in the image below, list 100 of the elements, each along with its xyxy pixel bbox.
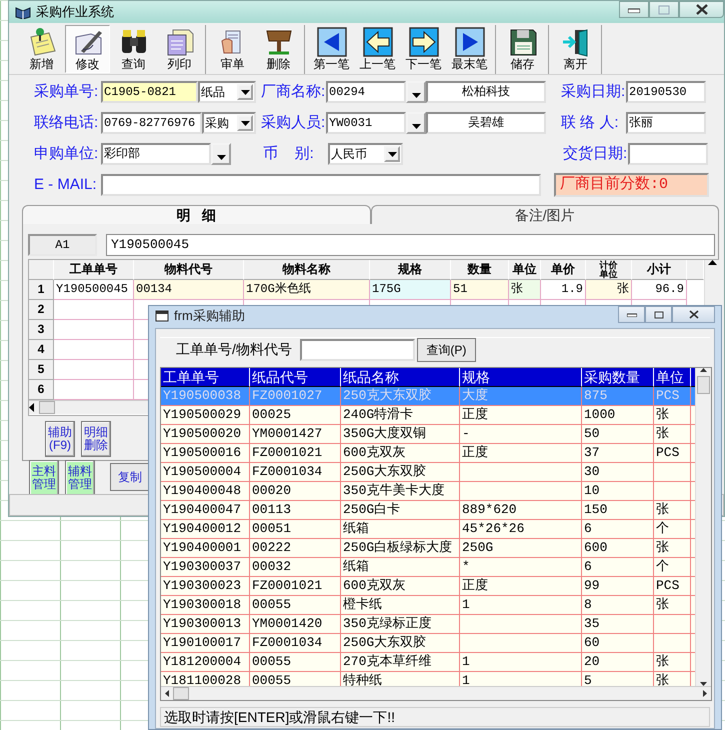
toolbar-button[interactable]: 离开 <box>553 25 598 73</box>
dropdown-button[interactable] <box>211 143 231 165</box>
search-button[interactable]: 查询(P) <box>416 338 476 362</box>
table-row[interactable]: Y190500029 00025 240G特滑卡 正度 1000 张 <box>161 406 695 425</box>
close-icon <box>696 4 708 15</box>
dropdown-value: 纸品 <box>201 84 225 101</box>
table-cell: 37 <box>582 444 654 463</box>
column-header: 单位 <box>509 260 541 280</box>
input-field[interactable]: 松柏科技 <box>426 81 546 103</box>
input-field[interactable]: 吴碧雄 <box>426 112 546 134</box>
panel-button[interactable]: 明细删除 <box>81 421 111 457</box>
scroll-up-icon <box>700 368 707 372</box>
table-row[interactable]: Y190300037 00032 纸箱 * 6 个 <box>161 558 695 577</box>
toolbar-button[interactable]: 第一笔 <box>309 25 354 73</box>
scrollbar-thumb[interactable] <box>173 687 189 700</box>
minimize-icon <box>628 6 640 12</box>
table-row[interactable]: Y181200004 00055 270克本草纤维 1 20 张 <box>161 653 695 672</box>
scroll-left-icon <box>29 403 34 412</box>
toolbar-button[interactable]: 最末笔 <box>447 25 492 73</box>
table-row[interactable]: Y190500004 FZ0001034 250G大东双胶 30 <box>161 463 695 482</box>
door-exit-icon <box>560 27 590 57</box>
toolbar-button[interactable]: 列印 <box>157 25 202 73</box>
dropdown-button[interactable] <box>384 146 400 162</box>
cell-value-field[interactable]: Y190500045 <box>106 234 715 256</box>
input-field[interactable]: 0769-82776976 <box>101 112 202 134</box>
dropdown-button[interactable] <box>237 84 253 100</box>
row-number: 3 <box>29 320 54 340</box>
input-field[interactable]: YW0031 <box>326 112 406 134</box>
dropdown[interactable]: 纸品 <box>198 81 256 103</box>
dropdown[interactable]: 人民币 <box>328 143 403 165</box>
table-row[interactable]: Y190400047 00113 250G白卡 889*620 150 张 <box>161 501 695 520</box>
table-cell: Y190400001 <box>161 539 250 558</box>
table-row[interactable]: Y190300018 00055 橙卡纸 1 8 张 <box>161 596 695 615</box>
table-cell: - <box>460 425 582 444</box>
dropdown-button[interactable] <box>406 81 426 103</box>
field-label: 联 络 人: <box>561 112 620 133</box>
table-row[interactable]: Y190500020 YM0001427 350G大度双铜 - 50 张 <box>161 425 695 444</box>
minimize-button[interactable] <box>618 306 645 323</box>
scrollbar-thumb[interactable] <box>697 376 710 394</box>
horizontal-scrollbar[interactable] <box>161 686 711 700</box>
caret-down-icon <box>388 152 396 156</box>
panel-button[interactable]: 辅助(F9) <box>45 421 75 457</box>
dropdown-button[interactable] <box>406 112 426 134</box>
table-row[interactable]: Y190300023 FZ0001021 600克双灰 正度 99 PCS <box>161 577 695 596</box>
toolbar-button[interactable]: 新增 <box>19 25 64 73</box>
table-cell: PCS <box>654 577 691 596</box>
table-cell: 600 <box>582 539 654 558</box>
dropdown[interactable]: 采购 <box>202 112 256 134</box>
table-cell: Y190500038 <box>161 387 250 406</box>
table-cell: 50 <box>582 425 654 444</box>
table-row[interactable]: Y190100017 FZ0001034 250G大东双胶 60 <box>161 634 695 653</box>
column-header: 规格 <box>370 260 451 280</box>
column-header: 物料名称 <box>244 260 370 280</box>
table-cell: 特种纸 <box>341 672 460 686</box>
dropdown-button[interactable] <box>237 115 253 131</box>
table-row[interactable]: Y190400012 00051 纸箱 45*26*26 6 个 <box>161 520 695 539</box>
toolbar-button[interactable]: 删除 <box>256 25 301 73</box>
toolbar-button[interactable]: 上一笔 <box>355 25 400 73</box>
table-cell: Y190300013 <box>161 615 250 634</box>
tab[interactable]: 备注/图片 <box>370 205 719 224</box>
action-button[interactable]: 复制 <box>110 463 150 491</box>
table-row[interactable]: Y190400048 00020 350克牛美卡大度 10 <box>161 482 695 501</box>
vertical-scrollbar[interactable] <box>695 368 711 686</box>
minimize-button[interactable] <box>619 1 649 18</box>
input-field[interactable] <box>628 143 708 165</box>
table-cell: 5 <box>582 672 654 686</box>
toolbar-button[interactable]: 储存 <box>500 25 545 73</box>
close-button[interactable] <box>679 1 724 18</box>
column-header: 采购数量 <box>582 368 654 387</box>
table-cell: 00222 <box>250 539 341 558</box>
input-field[interactable]: 彩印部 <box>101 143 211 165</box>
input-field[interactable]: C1905-0821 <box>101 81 198 103</box>
toolbar-button[interactable]: 审单 <box>210 25 255 73</box>
toolbar-button[interactable]: 下一笔 <box>401 25 446 73</box>
input-field[interactable]: 20190530 <box>626 81 706 103</box>
toolbar-button[interactable]: 查询 <box>111 25 156 73</box>
table-cell: 张 <box>654 539 691 558</box>
field-label: 交货日期: <box>563 144 628 164</box>
toolbar-button[interactable]: 修改 <box>65 25 110 73</box>
maximize-icon <box>658 4 670 14</box>
table-row[interactable]: Y190400001 00222 250G白板绿标大度 250G 600 张 <box>161 539 695 558</box>
action-button[interactable]: 辅料管理 <box>65 460 95 496</box>
close-button[interactable] <box>672 306 715 323</box>
table-row[interactable]: Y190500016 FZ0001021 600克双灰 正度 37 PCS <box>161 444 695 463</box>
maximize-button[interactable] <box>645 306 672 323</box>
table-cell: 45*26*26 <box>460 520 582 539</box>
scrollbar-thumb[interactable] <box>39 401 55 414</box>
table-cell: 个 <box>654 558 691 577</box>
table-cell: 60 <box>582 634 654 653</box>
tab[interactable]: 明 细 <box>22 205 370 224</box>
input-field[interactable] <box>101 174 541 196</box>
table-cell: 1 <box>460 672 582 686</box>
table-cell: 个 <box>654 520 691 539</box>
search-field[interactable] <box>300 338 415 360</box>
table-row[interactable]: Y190300013 YM0001420 350克绿标正度 35 <box>161 615 695 634</box>
input-field[interactable]: 00294 <box>326 81 406 103</box>
field-label: 采购人员: <box>261 112 326 133</box>
action-button[interactable]: 主料管理 <box>29 460 59 496</box>
table-cell: 875 <box>582 387 654 406</box>
input-field[interactable]: 张丽 <box>626 112 706 134</box>
